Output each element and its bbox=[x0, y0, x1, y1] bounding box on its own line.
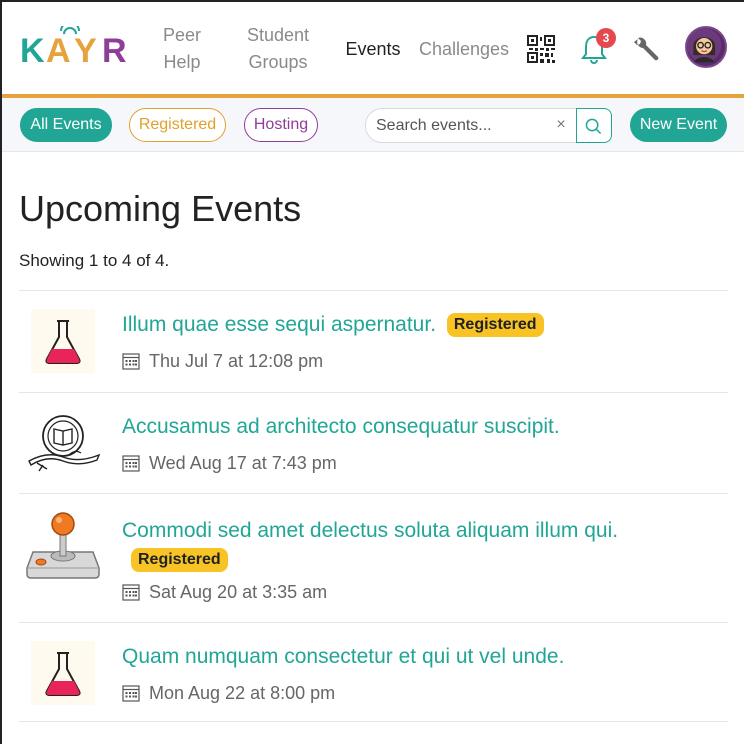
event-date-text: Sat Aug 20 at 3:35 am bbox=[149, 582, 328, 602]
search-group: × bbox=[365, 108, 612, 143]
calendar-icon bbox=[122, 353, 140, 370]
svg-text:Y: Y bbox=[74, 32, 97, 66]
event-list: Illum quae esse sequi aspernatur. Regist… bbox=[19, 290, 728, 722]
flask-icon[interactable] bbox=[23, 633, 103, 713]
svg-text:K: K bbox=[20, 32, 45, 66]
clear-search-icon[interactable]: × bbox=[553, 114, 569, 136]
event-title[interactable]: Accusamus ad architecto consequatur susc… bbox=[122, 415, 560, 439]
filter-bar: All Events Registered Hosting × New Even… bbox=[2, 98, 744, 152]
event-date: Mon Aug 22 at 8:00 pm bbox=[122, 683, 335, 704]
top-nav: K A Y R Peer Help Student Groups Events … bbox=[2, 2, 744, 95]
notification-badge: 3 bbox=[596, 28, 616, 48]
event-title[interactable]: Commodi sed amet delectus soluta aliquam… bbox=[122, 516, 702, 574]
flask-icon[interactable] bbox=[23, 301, 103, 381]
filter-registered[interactable]: Registered bbox=[129, 108, 226, 142]
event-title-text[interactable]: Commodi sed amet delectus soluta aliquam… bbox=[122, 519, 618, 542]
results-count: Showing 1 to 4 of 4. bbox=[19, 251, 170, 270]
book-emblem-icon[interactable] bbox=[23, 403, 103, 483]
event-date: Wed Aug 17 at 7:43 pm bbox=[122, 453, 337, 474]
nav-peer-help[interactable]: Peer Help bbox=[159, 22, 205, 76]
event-title-text[interactable]: Illum quae esse sequi aspernatur. bbox=[122, 313, 436, 336]
nav-student-groups[interactable]: Student Groups bbox=[244, 22, 312, 76]
event-date: Thu Jul 7 at 12:08 pm bbox=[122, 351, 323, 372]
calendar-icon bbox=[122, 685, 140, 702]
search-button[interactable] bbox=[576, 108, 612, 143]
event-date-text: Thu Jul 7 at 12:08 pm bbox=[149, 351, 324, 371]
nav-events[interactable]: Events bbox=[342, 36, 404, 63]
event-title-text[interactable]: Accusamus ad architecto consequatur susc… bbox=[122, 415, 560, 438]
registered-badge: Registered bbox=[131, 548, 228, 573]
wrench-icon[interactable] bbox=[632, 36, 660, 64]
qr-code-icon[interactable] bbox=[527, 35, 555, 63]
nav-label: Groups bbox=[248, 52, 308, 72]
calendar-icon bbox=[122, 455, 140, 472]
event-row: Illum quae esse sequi aspernatur. Regist… bbox=[19, 290, 728, 392]
event-row: Quam numquam consectetur et qui ut vel u… bbox=[19, 622, 728, 722]
event-date-text: Mon Aug 22 at 8:00 pm bbox=[149, 683, 336, 703]
event-title-text[interactable]: Quam numquam consectetur et qui ut vel u… bbox=[122, 645, 564, 668]
event-row: Accusamus ad architecto consequatur susc… bbox=[19, 392, 728, 493]
svg-text:R: R bbox=[102, 32, 127, 66]
search-icon bbox=[585, 118, 602, 135]
event-date: Sat Aug 20 at 3:35 am bbox=[122, 582, 327, 603]
search-input[interactable] bbox=[365, 108, 577, 143]
event-title[interactable]: Quam numquam consectetur et qui ut vel u… bbox=[122, 645, 564, 669]
event-row: Commodi sed amet delectus soluta aliquam… bbox=[19, 493, 728, 622]
event-title[interactable]: Illum quae esse sequi aspernatur. Regist… bbox=[122, 313, 544, 338]
filter-all-events[interactable]: All Events bbox=[20, 108, 112, 142]
joystick-icon[interactable] bbox=[23, 508, 103, 588]
nav-label: Student bbox=[246, 25, 310, 45]
registered-badge: Registered bbox=[446, 313, 544, 338]
user-avatar[interactable] bbox=[685, 26, 727, 68]
nav-challenges[interactable]: Challenges bbox=[416, 36, 512, 63]
nav-label: Peer bbox=[162, 25, 202, 45]
kayr-logo[interactable]: K A Y R bbox=[20, 26, 135, 66]
filter-hosting[interactable]: Hosting bbox=[244, 108, 318, 142]
page-title: Upcoming Events bbox=[19, 188, 302, 229]
event-date-text: Wed Aug 17 at 7:43 pm bbox=[149, 453, 337, 473]
nav-label: Help bbox=[163, 52, 201, 72]
calendar-icon bbox=[122, 584, 140, 601]
new-event-button[interactable]: New Event bbox=[630, 108, 727, 142]
svg-text:A: A bbox=[46, 32, 71, 66]
